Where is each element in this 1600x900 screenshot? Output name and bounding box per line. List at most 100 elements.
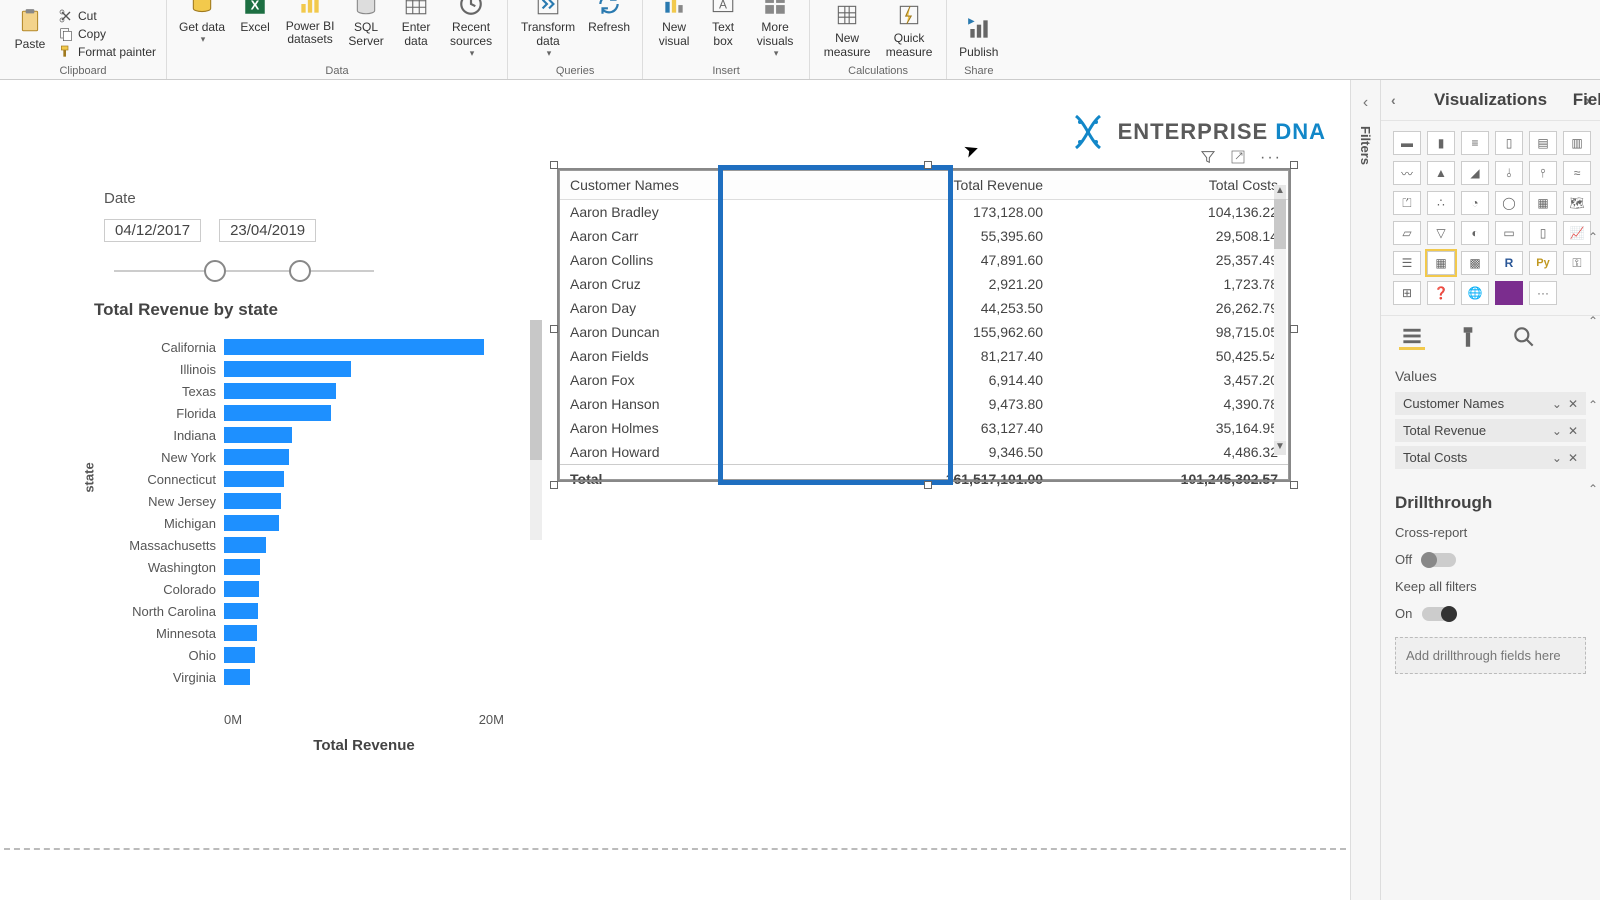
customer-table-visual[interactable]: ··· Customer Names Total Revenue Total C… (559, 170, 1289, 480)
matrix-icon[interactable]: ▩ (1461, 251, 1489, 275)
col-header-costs[interactable]: Total Costs (1053, 171, 1288, 200)
line-clustered-column-icon[interactable]: ⫯ (1529, 161, 1557, 185)
area-chart-icon[interactable]: ▲ (1427, 161, 1455, 185)
key-influencers-icon[interactable]: ⚿ (1563, 251, 1591, 275)
text-box-button[interactable]: A Text box (699, 0, 747, 50)
paste-button[interactable]: Paste (6, 5, 54, 53)
scatter-icon[interactable]: ∴ (1427, 191, 1455, 215)
bar-row[interactable]: Colorado (94, 578, 524, 600)
scroll-up-icon[interactable]: ▲ (1274, 185, 1286, 199)
ribbon-chart-icon[interactable]: ≈ (1563, 161, 1591, 185)
publish-button[interactable]: Publish (953, 13, 1004, 61)
table-row[interactable]: Aaron Hanson9,473.804,390.78 (560, 392, 1288, 416)
clustered-column-icon[interactable]: ▯ (1495, 131, 1523, 155)
slicer-start-date[interactable]: 04/12/2017 (104, 219, 201, 242)
bar-row[interactable]: Illinois (94, 358, 524, 380)
date-slider[interactable] (114, 256, 374, 286)
stacked-area-icon[interactable]: ◢ (1461, 161, 1489, 185)
format-tab-icon[interactable] (1455, 324, 1481, 350)
fields-tab-icon[interactable] (1399, 324, 1425, 350)
scroll-down-icon[interactable]: ▼ (1274, 441, 1286, 455)
clustered-bar-icon[interactable]: ≡ (1461, 131, 1489, 155)
fields-pane-title[interactable]: Fiel (1573, 90, 1600, 110)
slider-handle-end[interactable] (289, 260, 311, 282)
quick-measure-button[interactable]: Quick measure (878, 0, 940, 61)
map-icon[interactable]: 🗺 (1563, 191, 1591, 215)
bar-rect[interactable] (224, 339, 484, 355)
bar-row[interactable]: Washington (94, 556, 524, 578)
collapse-viz-icon[interactable]: ‹ (1391, 92, 1396, 108)
table-row[interactable]: Aaron Bradley173,128.00104,136.22 (560, 200, 1288, 225)
chart-scrollbar[interactable] (530, 320, 542, 540)
bar-row[interactable]: Virginia (94, 666, 524, 688)
keep-filters-toggle[interactable] (1422, 607, 1456, 621)
r-visual-icon[interactable]: R (1495, 251, 1523, 275)
bar-row[interactable]: Massachusetts (94, 534, 524, 556)
stacked-column-icon[interactable]: ▮ (1427, 131, 1455, 155)
remove-field-icon[interactable]: ✕ (1568, 424, 1578, 438)
more-options-icon[interactable]: ··· (1260, 149, 1282, 170)
field-well-customer[interactable]: Customer Names ⌄✕ (1395, 392, 1586, 415)
enter-data-button[interactable]: Enter data (391, 0, 441, 50)
chevron-down-icon[interactable]: ⌄ (1552, 397, 1562, 411)
format-painter-button[interactable]: Format painter (54, 43, 160, 61)
field-well-costs[interactable]: Total Costs ⌄✕ (1395, 446, 1586, 469)
refresh-button[interactable]: Refresh (582, 0, 636, 36)
remove-field-icon[interactable]: ✕ (1568, 451, 1578, 465)
pane-chevron-icon[interactable]: ⌃ (1588, 398, 1598, 412)
more-visuals-button[interactable]: More visuals▾ (747, 0, 803, 61)
slider-handle-start[interactable] (204, 260, 226, 282)
chevron-down-icon[interactable]: ⌄ (1552, 451, 1562, 465)
col-header-revenue[interactable]: Total Revenue (818, 171, 1053, 200)
bar-rect[interactable] (224, 647, 255, 663)
powerapps-icon[interactable] (1495, 281, 1523, 305)
bar-row[interactable]: Florida (94, 402, 524, 424)
bar-rect[interactable] (224, 471, 284, 487)
bar-row[interactable]: Michigan (94, 512, 524, 534)
bar-rect[interactable] (224, 669, 250, 685)
table-row[interactable]: Aaron Duncan155,962.6098,715.05 (560, 320, 1288, 344)
table-row[interactable]: Aaron Fox6,914.403,457.20 (560, 368, 1288, 392)
donut-chart-icon[interactable]: ◯ (1495, 191, 1523, 215)
new-measure-button[interactable]: New measure (816, 0, 878, 61)
slicer-end-date[interactable]: 23/04/2019 (219, 219, 316, 242)
bar-row[interactable]: Ohio (94, 644, 524, 666)
focus-mode-icon[interactable] (1230, 149, 1246, 170)
gauge-icon[interactable]: ◐ (1461, 221, 1489, 245)
report-canvas[interactable]: ➤ ENTERPRISE DNA Date 04/12/2017 23/04/2… (0, 80, 1350, 900)
table-row[interactable]: Aaron Howard9,346.504,486.32 (560, 440, 1288, 465)
bar-rect[interactable] (224, 559, 260, 575)
bar-row[interactable]: North Carolina (94, 600, 524, 622)
multi-card-icon[interactable]: ▯ (1529, 221, 1557, 245)
filter-icon[interactable] (1200, 149, 1216, 170)
pie-chart-icon[interactable]: ◔ (1461, 191, 1489, 215)
funnel-icon[interactable]: ▽ (1427, 221, 1455, 245)
bar-row[interactable]: New Jersey (94, 490, 524, 512)
line-chart-icon[interactable]: 〰 (1393, 161, 1421, 185)
chevron-down-icon[interactable]: ⌄ (1552, 424, 1562, 438)
decomposition-icon[interactable]: ⊞ (1393, 281, 1421, 305)
recent-sources-button[interactable]: Recent sources▾ (441, 0, 501, 61)
treemap-icon[interactable]: ▦ (1529, 191, 1557, 215)
pane-chevron-icon[interactable]: ⌃ (1588, 230, 1598, 244)
bar-rect[interactable] (224, 537, 266, 553)
col-header-customer[interactable]: Customer Names (560, 171, 818, 200)
bar-rect[interactable] (224, 361, 351, 377)
bar-row[interactable]: New York (94, 446, 524, 468)
remove-field-icon[interactable]: ✕ (1568, 397, 1578, 411)
bar-rect[interactable] (224, 625, 257, 641)
expand-filters-icon[interactable]: ‹ (1363, 94, 1368, 112)
pane-chevron-icon[interactable]: ⌃ (1588, 314, 1598, 328)
table-icon[interactable]: ▦ (1427, 251, 1455, 275)
date-slicer[interactable]: Date 04/12/2017 23/04/2019 (104, 190, 404, 286)
excel-button[interactable]: X Excel (231, 0, 279, 36)
table-scrollbar[interactable] (1274, 199, 1286, 449)
100-stacked-bar-icon[interactable]: ▤ (1529, 131, 1557, 155)
100-stacked-column-icon[interactable]: ▥ (1563, 131, 1591, 155)
field-well-revenue[interactable]: Total Revenue ⌄✕ (1395, 419, 1586, 442)
qa-visual-icon[interactable]: ❓ (1427, 281, 1455, 305)
table-row[interactable]: Aaron Day44,253.5026,262.79 (560, 296, 1288, 320)
table-row[interactable]: Aaron Fields81,217.4050,425.54 (560, 344, 1288, 368)
drillthrough-drop-area[interactable]: Add drillthrough fields here (1395, 637, 1586, 674)
slicer-icon[interactable]: ☰ (1393, 251, 1421, 275)
